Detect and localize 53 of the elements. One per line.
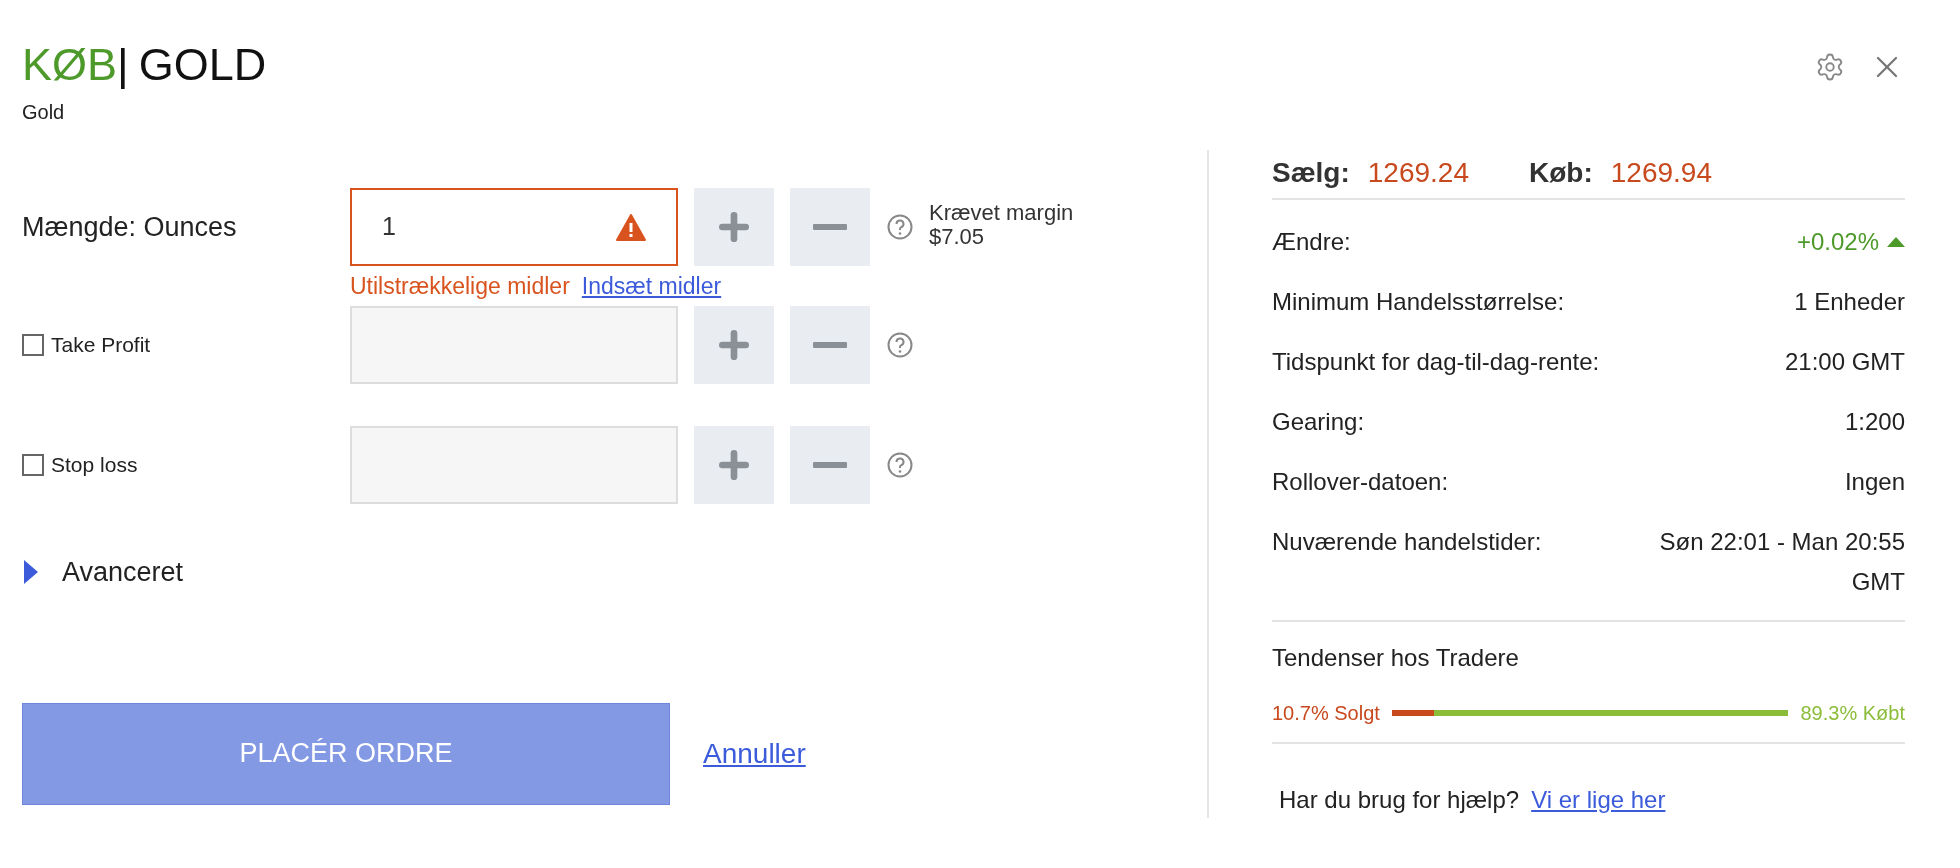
input-field[interactable]: 1	[350, 188, 678, 266]
deposit-link[interactable]: Indsæt midler	[581, 268, 722, 304]
input-field[interactable]	[350, 426, 678, 504]
detail-label: Ændre:	[1272, 227, 1351, 257]
detail-label: Minimum Handelsstørrelse:	[1272, 287, 1565, 317]
bought-percentage: 89.3% Købt	[1800, 701, 1905, 726]
warning-icon	[616, 213, 646, 241]
increase-button[interactable]	[694, 188, 774, 266]
cancel-link[interactable]: Annuller	[703, 732, 806, 775]
settings-icon[interactable]	[1815, 52, 1845, 82]
field-label: Stop loss	[51, 452, 138, 479]
minus-icon	[813, 462, 847, 468]
detail-value: 1:200	[1844, 407, 1905, 437]
decrease-button[interactable]	[790, 188, 870, 266]
detail-value: Søn 22:01 - Man 20:55 GMT	[1658, 527, 1905, 597]
price-label: Køb:	[1529, 156, 1593, 190]
help-icon[interactable]	[887, 214, 913, 240]
detail-label: Rollover-datoen:	[1272, 467, 1449, 497]
sentiment-title: Tendenser hos Tradere	[1272, 643, 1520, 673]
help-icon[interactable]	[887, 332, 913, 358]
minus-icon	[813, 342, 847, 348]
detail-value: 1 Enheder	[1794, 287, 1905, 317]
detail-label: Nuværende handelstider:	[1272, 527, 1542, 557]
help-text: Har du brug for hjælp?	[1279, 785, 1520, 815]
margin-label: Krævet margin	[929, 201, 1074, 225]
instrument-title: GOLD	[138, 38, 267, 92]
checkbox[interactable]	[22, 334, 44, 356]
detail-label: Gearing:	[1272, 407, 1365, 437]
price-value: 1269.24	[1367, 156, 1469, 190]
error-message: Utilstrækkelige midler	[350, 271, 570, 301]
price-label: Sælg:	[1272, 156, 1350, 190]
increase-button[interactable]	[694, 306, 774, 384]
detail-label: Tidspunkt for dag-til-dag-rente:	[1272, 347, 1600, 377]
decrease-button[interactable]	[790, 306, 870, 384]
field-label: Mængde: Ounces	[22, 210, 237, 244]
decrease-button[interactable]	[790, 426, 870, 504]
minus-icon	[813, 224, 847, 230]
instrument-subtitle: Gold	[22, 100, 66, 125]
checkbox[interactable]	[22, 454, 44, 476]
input-field[interactable]	[350, 306, 678, 384]
detail-value: Ingen	[1844, 467, 1905, 497]
field-label: Take Profit	[51, 332, 151, 359]
title-separator: |	[117, 38, 129, 92]
change-value: +0.02%	[1796, 227, 1879, 257]
sold-percentage: 10.7% Solgt	[1272, 701, 1380, 726]
help-link[interactable]: Vi er lige her	[1531, 782, 1666, 818]
detail-value: 21:00 GMT	[1784, 347, 1905, 377]
order-action: KØB	[22, 38, 118, 92]
margin-value: $7.05	[929, 225, 986, 249]
price-value: 1269.94	[1610, 156, 1712, 190]
help-icon[interactable]	[887, 452, 913, 478]
advanced-toggle[interactable]: Avanceret	[22, 552, 1207, 593]
increase-button[interactable]	[694, 426, 774, 504]
